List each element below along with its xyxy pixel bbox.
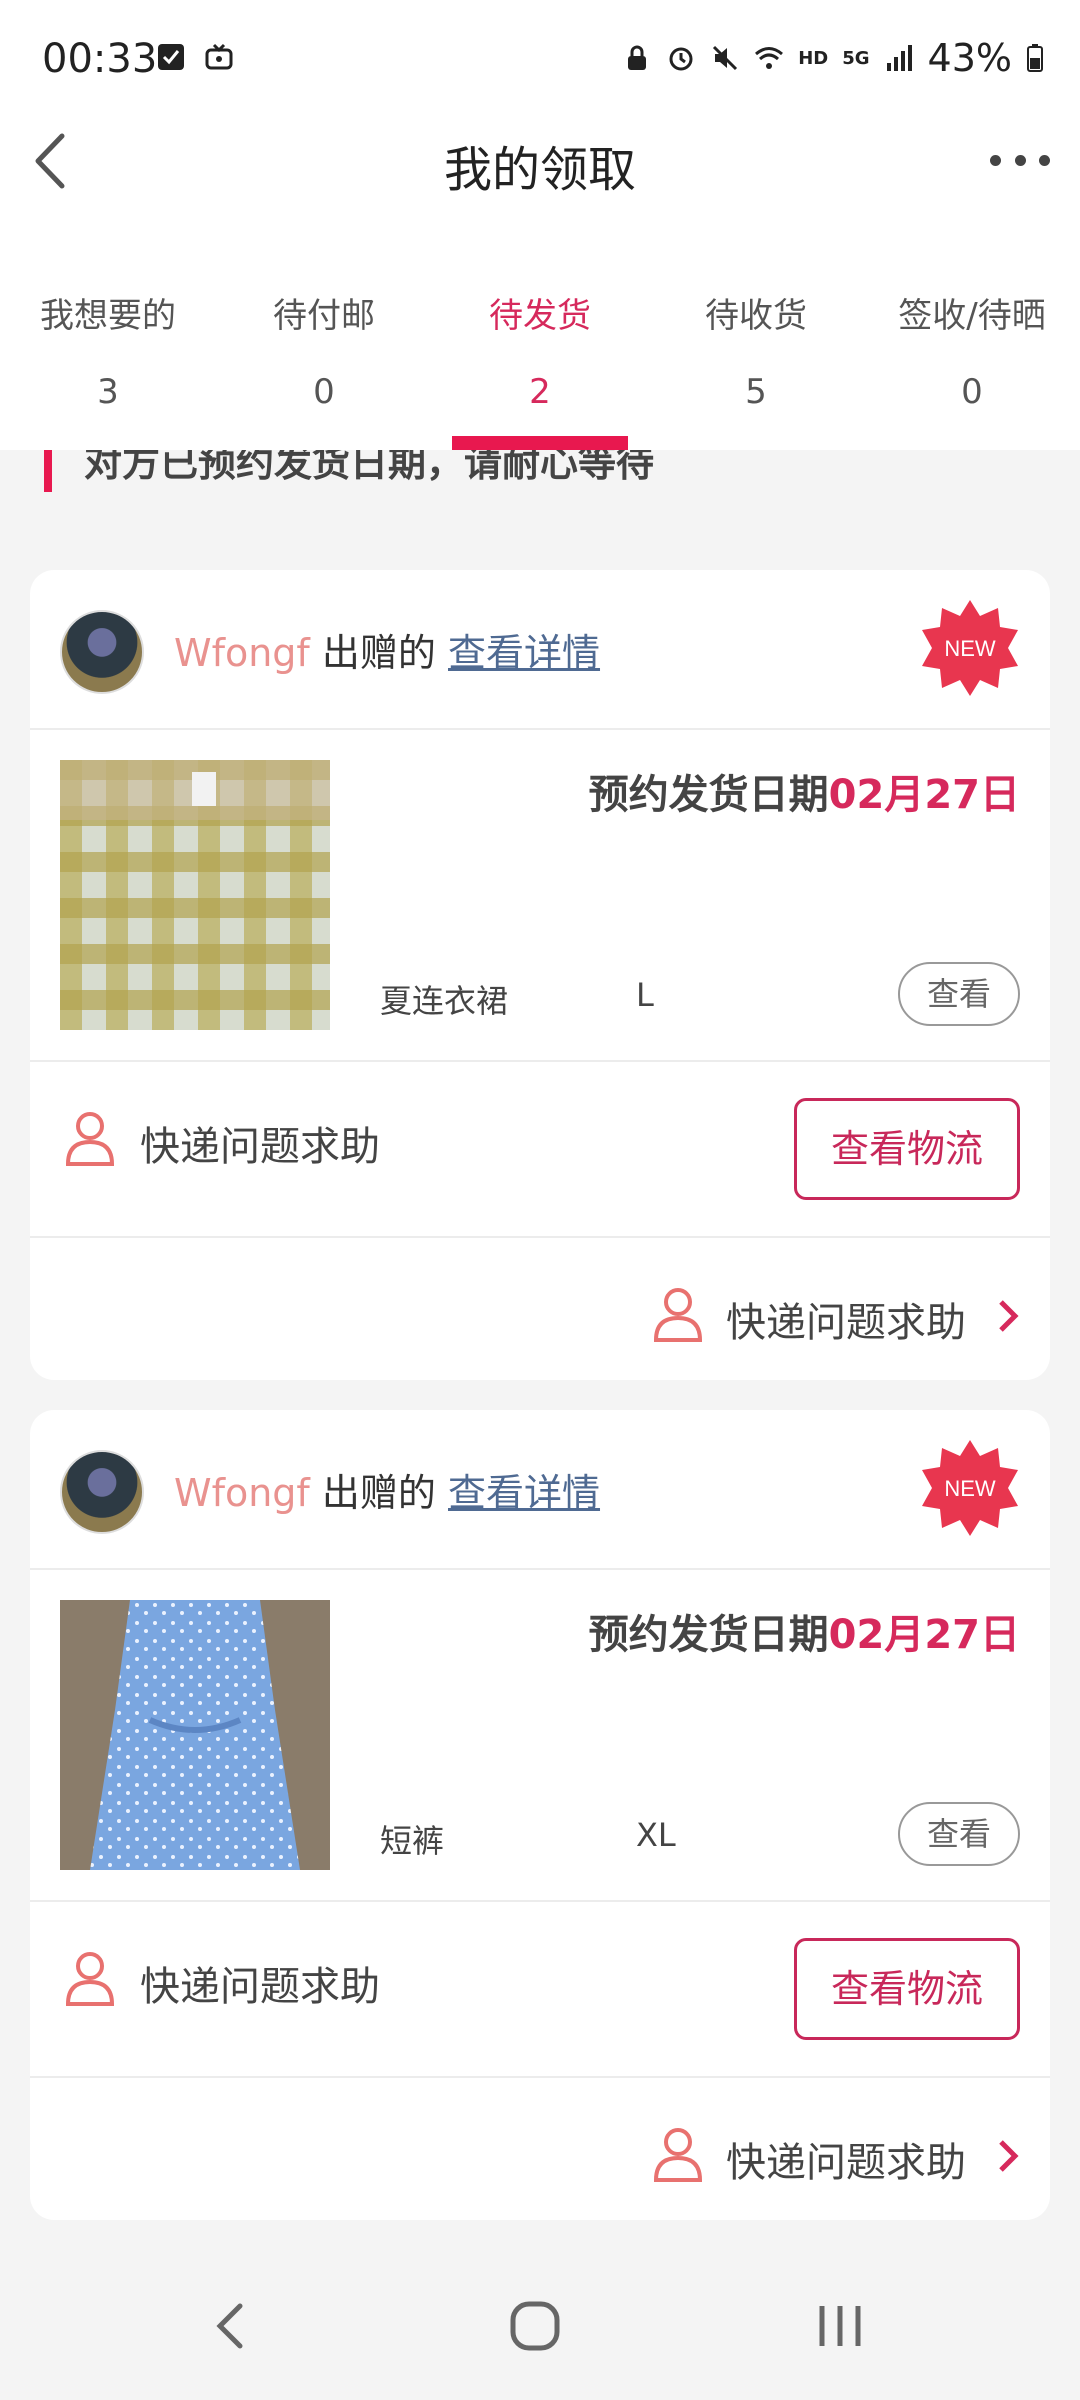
lock-icon: [628, 45, 647, 70]
person-icon: [65, 1952, 115, 2006]
ship-date-value: 02月27日: [828, 1612, 1020, 1658]
gift-text: 出赠的: [321, 631, 436, 675]
item-name: 短裤: [380, 1822, 445, 1860]
view-details-link[interactable]: 查看详情: [448, 1471, 600, 1515]
tab-label: 我想要的: [40, 296, 176, 336]
card-header: Wfongf 出赠的 查看详情 NEW: [30, 1410, 1050, 1570]
person-icon: [65, 1112, 115, 1166]
tab-label: 待发货: [489, 296, 591, 336]
claim-card: Wfongf 出赠的 查看详情 NEW 预约发货日期02月27日 夏连衣裙 L: [30, 570, 1050, 1380]
mute-icon: [713, 45, 738, 71]
tab-count: 2: [529, 372, 551, 412]
item-size: L: [636, 976, 654, 1014]
tab-count: 0: [313, 372, 335, 412]
tab-count: 5: [745, 372, 767, 412]
notice-accent-bar: [44, 450, 52, 492]
notification-icons: [156, 42, 234, 72]
item-photo-dress[interactable]: [60, 760, 330, 1030]
page-title: 我的领取: [443, 142, 636, 198]
active-tab-indicator: [452, 436, 628, 450]
system-nav-bar: [0, 2240, 1080, 2400]
shipping-help-footer-label: 快递问题求助: [726, 1300, 966, 1346]
new-badge-text: NEW: [944, 636, 996, 661]
ship-date-label: 预约发货日期: [588, 1612, 829, 1658]
status-bar: 00:33 HD 5G 43%: [0, 0, 1080, 120]
avatar[interactable]: [60, 610, 144, 694]
view-button[interactable]: 查看: [898, 962, 1020, 1026]
item-photo-blue-dress[interactable]: [60, 1600, 330, 1870]
help-footer[interactable]: 快递问题求助: [30, 1240, 1050, 1380]
item-row: 预约发货日期02月27日 夏连衣裙 L 查看: [30, 732, 1050, 1062]
nav-back-icon[interactable]: [202, 2296, 262, 2356]
shipping-help-label[interactable]: 快递问题求助: [140, 1954, 380, 2012]
nav-home-icon[interactable]: [505, 2296, 565, 2356]
person-icon: [653, 1288, 703, 1342]
tab-count: 0: [961, 372, 983, 412]
new-badge-text: NEW: [944, 1476, 996, 1501]
ship-date: 预约发货日期02月27日: [589, 1602, 1020, 1660]
giver-line: Wfongf 出赠的 查看详情: [174, 622, 600, 677]
giver-line: Wfongf 出赠的 查看详情: [174, 1462, 600, 1517]
battery-icon: [1027, 44, 1043, 72]
ship-date-value: 02月27日: [828, 772, 1020, 818]
status-time: 00:33: [42, 36, 158, 82]
hd-label: HD: [798, 47, 829, 69]
view-button[interactable]: 查看: [898, 1802, 1020, 1866]
battery-percent: 43%: [927, 36, 1012, 80]
item-row: 预约发货日期02月27日 短裤 XL 查看: [30, 1572, 1050, 1902]
item-name: 夏连衣裙: [380, 982, 509, 1020]
chevron-right-icon: [999, 2140, 1019, 2172]
more-options-icon[interactable]: [990, 150, 1050, 170]
giver-name[interactable]: Wfongf: [174, 631, 310, 675]
nav-recents-icon[interactable]: [810, 2296, 870, 2356]
shipping-help-label[interactable]: 快递问题求助: [140, 1114, 380, 1172]
tab-signed[interactable]: 签收/待晒 0: [864, 260, 1080, 450]
item-size: XL: [636, 1816, 676, 1854]
alarm-icon: [669, 47, 693, 71]
signal-icon: [886, 45, 912, 71]
avatar[interactable]: [60, 1450, 144, 1534]
tab-count: 3: [97, 372, 119, 412]
view-details-link[interactable]: 查看详情: [448, 631, 600, 675]
notice-banner: 对方已预约发货日期，请耐心等待: [0, 450, 1080, 510]
help-row: 快递问题求助 查看物流: [30, 1904, 1050, 2078]
help-footer[interactable]: 快递问题求助: [30, 2080, 1050, 2220]
shipping-help-footer-label: 快递问题求助: [726, 2140, 966, 2186]
person-icon: [653, 2128, 703, 2182]
ship-date: 预约发货日期02月27日: [589, 762, 1020, 820]
tab-pending-receipt[interactable]: 待收货 5: [648, 260, 864, 450]
gift-text: 出赠的: [321, 1471, 436, 1515]
help-row: 快递问题求助 查看物流: [30, 1064, 1050, 1238]
tab-pending-shipment[interactable]: 待发货 2: [432, 260, 648, 450]
claim-card: Wfongf 出赠的 查看详情 NEW 预约发货日期02月27日 短裤 XL 查…: [30, 1410, 1050, 2220]
new-badge-icon: NEW: [922, 600, 1018, 696]
giver-name[interactable]: Wfongf: [174, 1471, 310, 1515]
ship-date-label: 预约发货日期: [588, 772, 829, 818]
new-badge-icon: NEW: [922, 1440, 1018, 1536]
tv-notification-icon: [205, 43, 233, 70]
tab-pending-postage[interactable]: 待付邮 0: [216, 260, 432, 450]
notice-text: 对方已预约发货日期，请耐心等待: [84, 450, 655, 485]
wifi-icon: [755, 47, 784, 69]
card-header: Wfongf 出赠的 查看详情 NEW: [30, 570, 1050, 730]
chevron-right-icon: [999, 1300, 1019, 1332]
system-icons: HD 5G 43%: [622, 36, 1044, 80]
status-tabs: 我想要的 3 待付邮 0 待发货 2 待收货 5 签收/待晒 0: [0, 260, 1080, 450]
tab-label: 待付邮: [273, 296, 375, 336]
network-label: 5G: [842, 47, 870, 69]
view-logistics-button[interactable]: 查看物流: [794, 1938, 1020, 2040]
view-logistics-button[interactable]: 查看物流: [794, 1098, 1020, 1200]
tab-want[interactable]: 我想要的 3: [0, 260, 216, 450]
tab-label: 待收货: [705, 296, 807, 336]
checkbox-notification-icon: [158, 44, 184, 70]
tab-label: 签收/待晒: [898, 296, 1046, 336]
